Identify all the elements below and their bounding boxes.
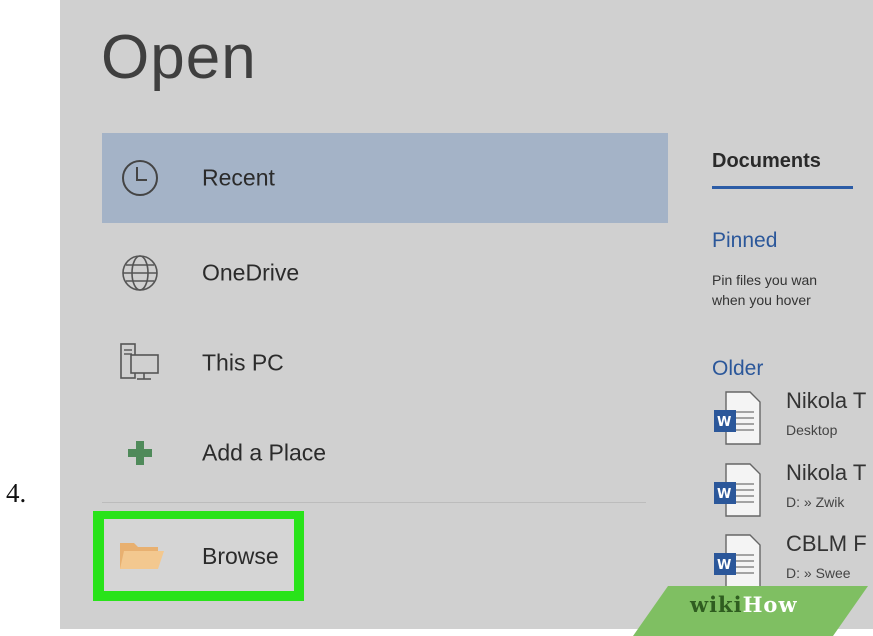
tab-underline bbox=[712, 186, 853, 189]
pinned-description-line: Pin files you wan bbox=[712, 272, 818, 288]
nav-item-onedrive[interactable]: OneDrive bbox=[102, 228, 668, 318]
watermark-logo: wikiHow bbox=[690, 592, 798, 617]
document-name: Nikola T bbox=[786, 460, 867, 485]
document-path: D: » Swee bbox=[786, 565, 851, 581]
svg-text:W: W bbox=[717, 415, 731, 430]
document-name: Nikola T bbox=[786, 388, 867, 413]
computer-icon bbox=[118, 341, 162, 385]
page-title: Open bbox=[101, 23, 257, 92]
document-item[interactable]: W CBLM F D: » Swee bbox=[712, 531, 873, 594]
svg-text:W: W bbox=[717, 558, 731, 573]
nav-item-label: Recent bbox=[202, 164, 275, 191]
nav-item-this-pc[interactable]: This PC bbox=[102, 318, 668, 408]
svg-text:W: W bbox=[717, 487, 731, 502]
clock-icon bbox=[118, 156, 162, 200]
pinned-description: Pin files you wan when you hover bbox=[712, 270, 817, 310]
nav-item-label: Add a Place bbox=[202, 439, 327, 466]
nav-item-label: This PC bbox=[202, 349, 284, 376]
open-backstage-panel: Open Recent OneDrive This PC Add a Place… bbox=[60, 0, 873, 629]
divider bbox=[102, 502, 646, 503]
watermark-part: wiki bbox=[690, 592, 743, 617]
nav-item-label: OneDrive bbox=[202, 259, 300, 286]
tab-documents[interactable]: Documents bbox=[712, 150, 821, 173]
nav-item-add-a-place[interactable]: Add a Place bbox=[102, 408, 668, 498]
recent-documents-pane: Documents Pinned Pin files you wan when … bbox=[712, 0, 873, 629]
document-path: D: » Zwik bbox=[786, 494, 845, 510]
browse-button[interactable]: Browse bbox=[104, 519, 294, 591]
watermark-part: How bbox=[742, 592, 798, 617]
pinned-heading: Pinned bbox=[712, 229, 778, 252]
word-document-icon: W bbox=[712, 390, 764, 451]
word-document-icon: W bbox=[712, 462, 764, 523]
plus-icon bbox=[118, 431, 162, 475]
browse-label: Browse bbox=[202, 543, 279, 569]
document-item[interactable]: W Nikola T D: » Zwik bbox=[712, 460, 873, 523]
document-name: CBLM F bbox=[786, 531, 867, 556]
nav-item-recent[interactable]: Recent bbox=[102, 133, 668, 223]
document-path: Desktop bbox=[786, 422, 838, 438]
older-heading: Older bbox=[712, 357, 764, 380]
pinned-description-line: when you hover bbox=[712, 292, 811, 308]
document-item[interactable]: W Nikola T Desktop bbox=[712, 388, 873, 451]
globe-icon bbox=[118, 251, 162, 295]
word-document-icon: W bbox=[712, 533, 764, 594]
step-number: 4. bbox=[6, 478, 27, 508]
folder-icon bbox=[118, 537, 166, 578]
